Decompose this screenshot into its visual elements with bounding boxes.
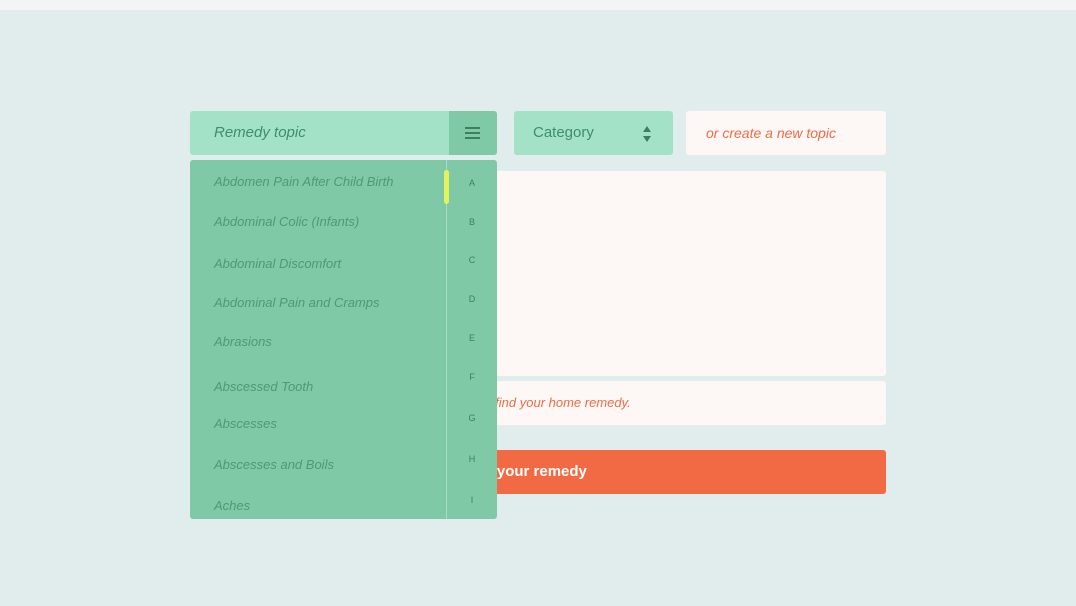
- dropdown-scrollbar-thumb[interactable]: [444, 170, 449, 204]
- list-item[interactable]: Abdominal Colic (Infants): [214, 212, 359, 232]
- share-remedy-button[interactable]: hare your remedy: [497, 450, 886, 494]
- alphabet-letter[interactable]: B: [447, 216, 497, 228]
- list-item[interactable]: Abdominal Discomfort: [214, 254, 341, 274]
- alphabet-letter[interactable]: C: [447, 254, 497, 266]
- remedy-textarea[interactable]: [497, 171, 886, 376]
- up-down-arrows-icon: [643, 126, 652, 142]
- alphabet-letter[interactable]: A: [447, 177, 497, 189]
- remedy-topic-select[interactable]: Remedy topic: [190, 111, 497, 155]
- list-item[interactable]: Abrasions: [214, 332, 272, 352]
- list-item[interactable]: Abscessed Tooth: [214, 377, 313, 397]
- alphabet-letter[interactable]: D: [447, 293, 497, 305]
- category-label: Category: [533, 124, 594, 141]
- alphabet-index: A B C D E F G H I: [446, 160, 497, 519]
- list-item[interactable]: Aches: [214, 496, 250, 516]
- share-remedy-label: hare your remedy: [497, 463, 587, 480]
- alphabet-letter[interactable]: E: [447, 332, 497, 344]
- tags-hint: sers find your home remedy.: [497, 395, 631, 410]
- list-item[interactable]: Abscesses and Boils: [214, 455, 334, 475]
- category-select[interactable]: Category: [514, 111, 673, 155]
- alphabet-letter[interactable]: H: [447, 453, 497, 465]
- alphabet-letter[interactable]: F: [447, 371, 497, 383]
- alphabet-letter[interactable]: I: [447, 494, 497, 506]
- alphabet-letter[interactable]: G: [447, 412, 497, 424]
- list-item[interactable]: Abdominal Pain and Cramps: [214, 293, 379, 313]
- topic-dropdown-list[interactable]: Abdomen Pain After Child Birth Abdominal…: [190, 160, 497, 519]
- tags-input[interactable]: sers find your home remedy.: [497, 381, 886, 425]
- topic-menu-button[interactable]: [449, 111, 497, 155]
- list-item[interactable]: Abdomen Pain After Child Birth: [214, 172, 393, 192]
- hamburger-icon: [465, 127, 480, 140]
- remedy-topic-label: Remedy topic: [214, 124, 306, 141]
- new-topic-input[interactable]: [686, 111, 886, 155]
- top-bar: [0, 0, 1076, 10]
- list-item[interactable]: Abscesses: [214, 414, 277, 434]
